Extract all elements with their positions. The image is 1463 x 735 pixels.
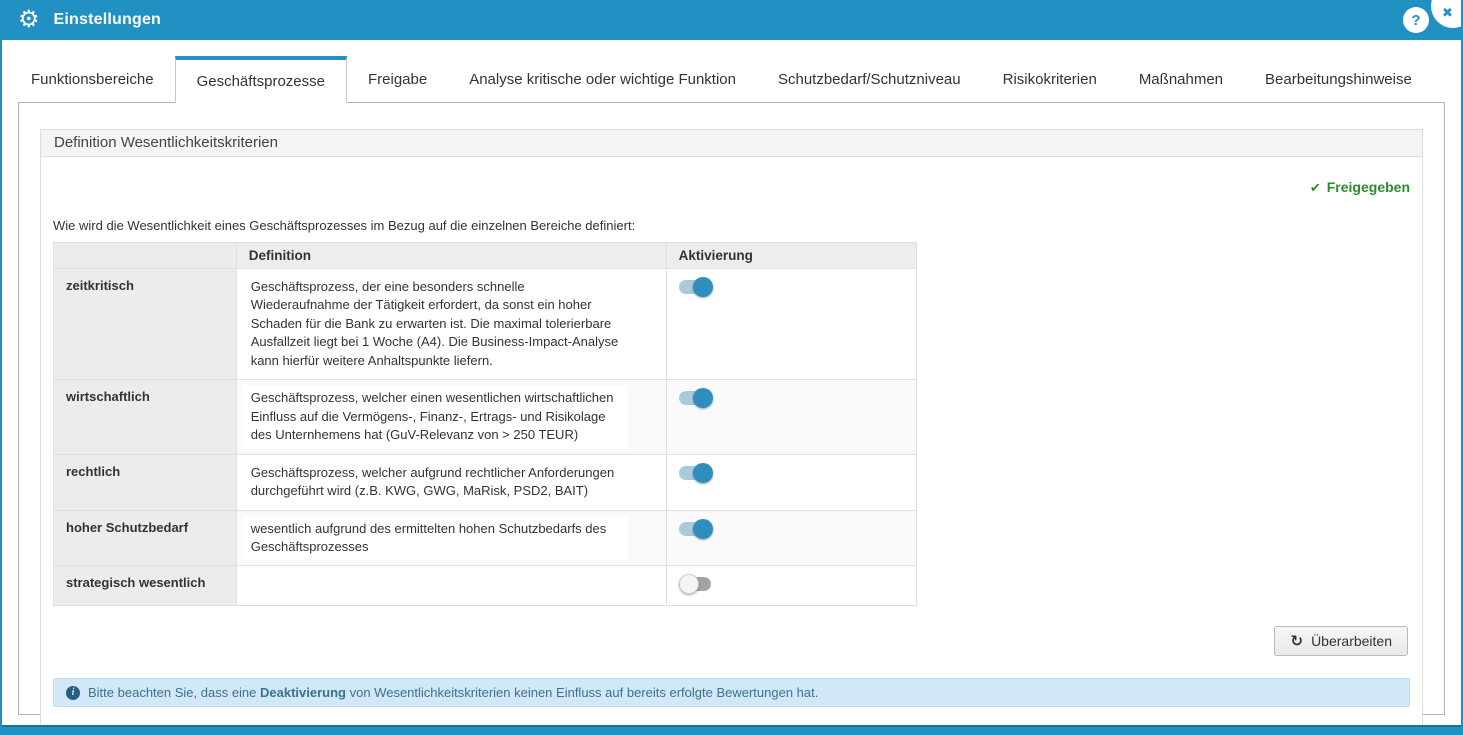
column-header-empty — [54, 243, 237, 269]
toggle-knob — [693, 463, 713, 483]
table-row-strategisch-wesentlich: strategisch wesentlich — [54, 566, 917, 606]
tab-bearbeitungshinweise[interactable]: Bearbeitungshinweise — [1244, 56, 1433, 102]
column-header-aktivierung: Aktivierung — [666, 243, 916, 269]
status-label: Freigegeben — [1327, 179, 1410, 195]
refresh-icon: ↻ — [1290, 634, 1303, 649]
column-header-definition: Definition — [236, 243, 666, 269]
row-label: zeitkritisch — [54, 269, 237, 380]
activation-toggle[interactable] — [679, 277, 713, 297]
tab-funktionsbereiche[interactable]: Funktionsbereiche — [10, 56, 175, 102]
info-text: Bitte beachten Sie, dass eine Deaktivier… — [88, 685, 818, 700]
button-row: ↻ Überarbeiten — [53, 626, 1408, 656]
tab-massnahmen[interactable]: Maßnahmen — [1118, 56, 1244, 102]
info-icon: i — [66, 686, 80, 700]
ueberarbeiten-label: Überarbeiten — [1311, 633, 1392, 649]
settings-dialog: ⚙ Einstellungen ? ✖ Funktionsbereiche Ge… — [0, 0, 1463, 735]
activation-toggle[interactable] — [679, 463, 713, 483]
dialog-title: Einstellungen — [54, 11, 162, 29]
gear-icon: ⚙ — [18, 8, 40, 32]
info-banner: i Bitte beachten Sie, dass eine Deaktivi… — [53, 678, 1410, 707]
definition-field[interactable]: Geschäftsprozess, welcher aufgrund recht… — [243, 460, 628, 505]
row-label: hoher Schutzbedarf — [54, 510, 237, 566]
panel-body: ✔ Freigegeben Wie wird die Wesentlichkeit… — [41, 157, 1422, 731]
definition-field[interactable] — [243, 571, 628, 587]
intro-text: Wie wird die Wesentlichkeit eines Geschä… — [53, 218, 1410, 233]
row-label: rechtlich — [54, 454, 237, 510]
definition-field[interactable]: wesentlich aufgrund des ermittelten hohe… — [243, 516, 628, 561]
tab-freigabe[interactable]: Freigabe — [347, 56, 448, 102]
row-label: strategisch wesentlich — [54, 566, 237, 606]
title-bar: ⚙ Einstellungen ? ✖ — [2, 0, 1461, 40]
activation-toggle[interactable] — [679, 519, 713, 539]
table-header-row: Definition Aktivierung — [54, 243, 917, 269]
toggle-knob — [693, 519, 713, 539]
activation-toggle[interactable] — [679, 574, 713, 594]
table-row-hoher-schutzbedarf: hoher Schutzbedarf wesentlich aufgrund d… — [54, 510, 917, 566]
definition-field[interactable]: Geschäftsprozess, der eine besonders sch… — [243, 274, 628, 374]
info-bold-word: Deaktivierung — [260, 685, 346, 700]
row-label: wirtschaftlich — [54, 380, 237, 454]
bottom-frame-bar — [2, 725, 1461, 735]
toggle-knob — [679, 574, 699, 594]
close-button[interactable]: ✖ — [1431, 0, 1463, 28]
tab-bar: Funktionsbereiche Geschäftsprozesse Frei… — [2, 40, 1461, 102]
tab-analyse-kritische-funktion[interactable]: Analyse kritische oder wichtige Funktion — [448, 56, 757, 102]
toggle-knob — [693, 388, 713, 408]
activation-toggle[interactable] — [679, 388, 713, 408]
criteria-table: Definition Aktivierung zeitkritisch Gesc… — [53, 242, 917, 606]
check-icon: ✔ — [1310, 180, 1321, 195]
status-badge: ✔ Freigegeben — [53, 157, 1410, 196]
ueberarbeiten-button[interactable]: ↻ Überarbeiten — [1274, 626, 1408, 656]
tab-geschaeftsprozesse[interactable]: Geschäftsprozesse — [175, 56, 347, 103]
panel-title: Definition Wesentlichkeitskriterien — [41, 130, 1422, 157]
tab-schutzbedarf-schutzniveau[interactable]: Schutzbedarf/Schutzniveau — [757, 56, 982, 102]
table-row-wirtschaftlich: wirtschaftlich Geschäftsprozess, welcher… — [54, 380, 917, 454]
table-row-zeitkritisch: zeitkritisch Geschäftsprozess, der eine … — [54, 269, 917, 380]
table-row-rechtlich: rechtlich Geschäftsprozess, welcher aufg… — [54, 454, 917, 510]
help-button[interactable]: ? — [1403, 7, 1429, 33]
criteria-panel: Definition Wesentlichkeitskriterien ✔ Fre… — [40, 129, 1423, 732]
toggle-knob — [693, 277, 713, 297]
tab-content: Definition Wesentlichkeitskriterien ✔ Fre… — [18, 102, 1445, 715]
definition-field[interactable]: Geschäftsprozess, welcher einen wesentli… — [243, 385, 628, 448]
tab-risikokriterien[interactable]: Risikokriterien — [982, 56, 1118, 102]
